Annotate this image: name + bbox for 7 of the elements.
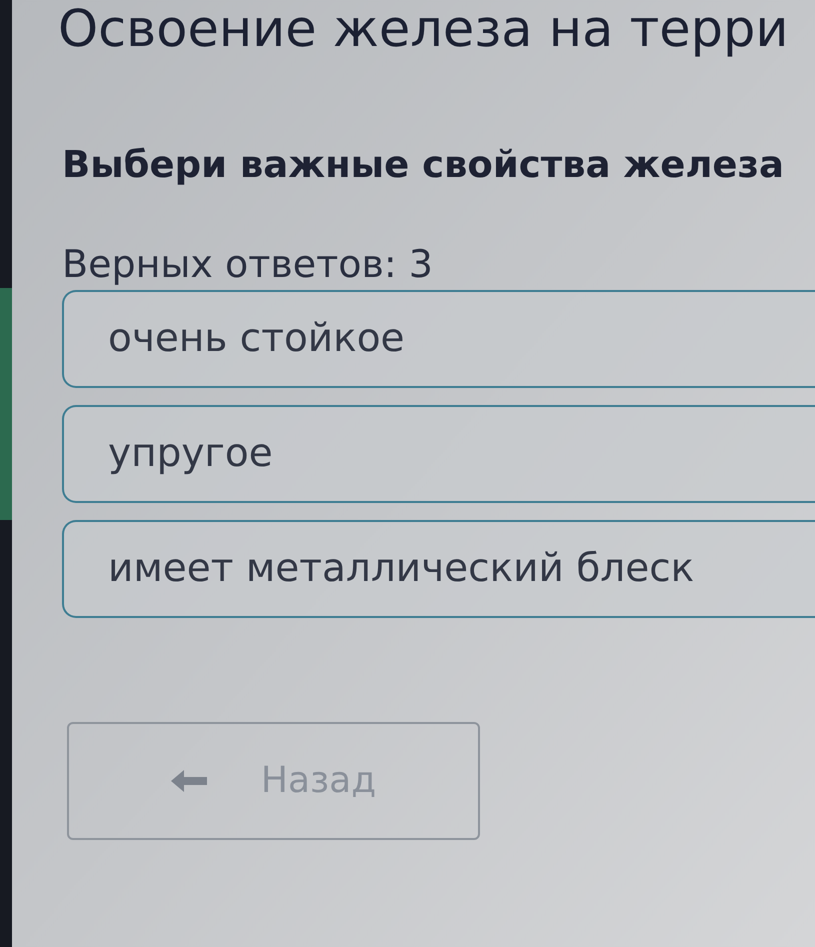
answer-count: Верных ответов: 3 — [62, 241, 433, 288]
question-prompt: Выбери важные свойства железа — [62, 142, 784, 188]
answer-option[interactable]: упругое — [62, 405, 815, 503]
answer-option[interactable]: очень стойкое — [62, 290, 815, 388]
page-title: Освоение железа на терри — [58, 0, 789, 60]
answer-option[interactable]: имеет металлический блеск — [62, 520, 815, 618]
arrow-left-icon — [170, 770, 207, 792]
